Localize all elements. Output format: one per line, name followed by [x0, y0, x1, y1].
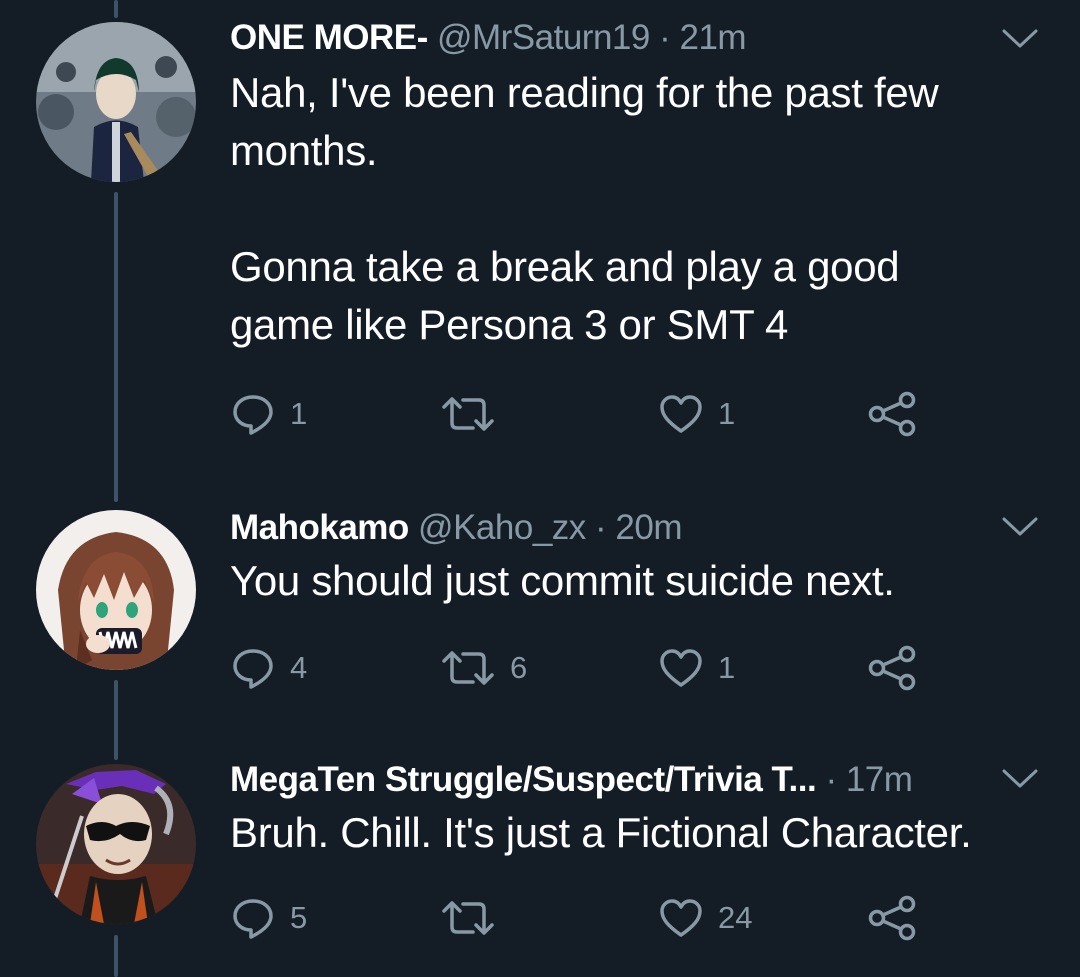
tweet-text: You should just commit suicide next. [230, 557, 895, 604]
retweet-button[interactable]: 6 [440, 644, 527, 692]
avatar-image [36, 22, 196, 182]
reply-count: 4 [290, 650, 308, 685]
tweet-header: Mahokamo @Kaho_zx · 20m [230, 506, 683, 550]
user-handle[interactable]: @Kaho_zx [418, 508, 586, 547]
reply-button[interactable]: 1 [230, 390, 307, 438]
avatar[interactable] [36, 22, 196, 182]
like-button[interactable]: 1 [658, 644, 735, 692]
avatar[interactable] [36, 510, 196, 670]
display-name[interactable]: ONE MORE- [230, 18, 428, 57]
tweet-header: ONE MORE- @MrSaturn19 · 21m [230, 16, 747, 60]
retweet-button[interactable] [440, 390, 510, 438]
reply-icon [233, 395, 273, 435]
separator: · [595, 508, 607, 547]
share-icon [868, 895, 916, 941]
avatar[interactable] [36, 764, 196, 924]
display-name[interactable]: MegaTen Struggle/Suspect/Trivia T... [230, 760, 817, 799]
like-count: 24 [718, 900, 753, 935]
share-button[interactable] [868, 644, 918, 692]
share-icon [868, 645, 916, 691]
separator: · [659, 18, 671, 57]
reply-button[interactable]: 5 [230, 894, 307, 942]
avatar-image [36, 510, 196, 670]
tweet-actions: 4 6 1 [230, 644, 930, 692]
tweet-header: MegaTen Struggle/Suspect/Trivia T... · 1… [230, 758, 913, 802]
like-button[interactable]: 1 [658, 390, 735, 438]
separator: · [825, 760, 837, 799]
tweet-actions: 1 1 [230, 390, 930, 438]
like-count: 1 [718, 396, 736, 431]
user-handle[interactable]: @MrSaturn19 [437, 18, 650, 57]
timestamp[interactable]: 21m [680, 18, 747, 57]
like-count: 1 [718, 650, 736, 685]
reply-count: 5 [290, 900, 308, 935]
share-icon [868, 391, 916, 437]
retweet-count: 6 [510, 650, 528, 685]
reply-icon [233, 649, 273, 689]
tweet[interactable]: ONE MORE- @MrSaturn19 · 21m Nah, I've be… [0, 0, 1080, 480]
heart-icon [660, 649, 702, 687]
like-button[interactable]: 24 [658, 894, 752, 942]
reply-icon [233, 899, 273, 939]
heart-icon [660, 899, 702, 937]
tweet-actions: 5 24 [230, 894, 930, 942]
tweet[interactable]: MegaTen Struggle/Suspect/Trivia T... · 1… [0, 740, 1080, 977]
tweet[interactable]: Mahokamo @Kaho_zx · 20m You should just … [0, 492, 1080, 722]
reply-count: 1 [290, 396, 308, 431]
share-button[interactable] [868, 390, 918, 438]
chevron-down-icon[interactable] [1000, 766, 1040, 792]
timestamp[interactable]: 20m [615, 508, 682, 547]
avatar-image [36, 764, 196, 924]
chevron-down-icon[interactable] [1000, 26, 1040, 52]
chevron-down-icon[interactable] [1000, 514, 1040, 540]
tweet-text: Bruh. Chill. It's just a Fictional Chara… [230, 809, 972, 856]
heart-icon [660, 395, 702, 433]
reply-button[interactable]: 4 [230, 644, 307, 692]
retweet-icon [442, 901, 494, 935]
retweet-icon [442, 651, 494, 685]
tweet-text: Nah, I've been reading for the past few … [230, 69, 939, 348]
retweet-button[interactable] [440, 894, 510, 942]
display-name[interactable]: Mahokamo [230, 508, 409, 547]
share-button[interactable] [868, 894, 918, 942]
retweet-icon [442, 397, 494, 431]
timestamp[interactable]: 17m [846, 760, 913, 799]
